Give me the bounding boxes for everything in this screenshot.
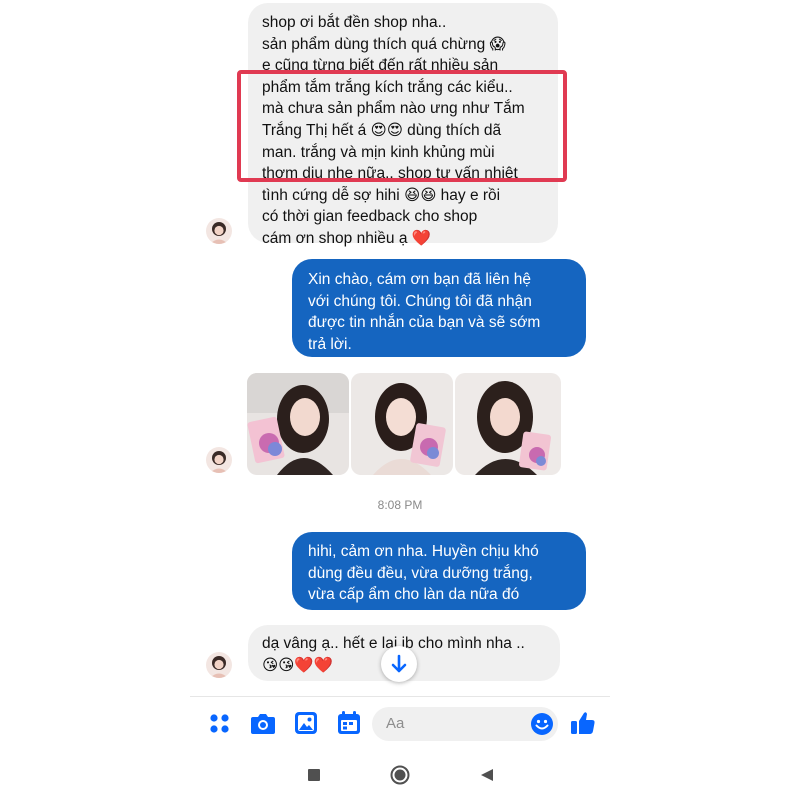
shared-photo[interactable]	[455, 373, 561, 475]
message-line: tình cứng dễ sợ hihi 😆😆 hay e rồi	[262, 186, 501, 204]
message-input[interactable]: Aa	[372, 707, 558, 741]
contact-avatar[interactable]	[206, 447, 232, 473]
outgoing-message-bubble[interactable]: Xin chào, cám ơn bạn đã liên hệ với chún…	[292, 259, 586, 357]
message-line: Xin chào, cám ơn bạn đã liên hệ	[308, 271, 532, 288]
avatar-image	[206, 218, 232, 244]
camera-icon[interactable]	[250, 711, 276, 740]
system-nav-bar	[190, 750, 610, 800]
back-triangle-icon[interactable]	[479, 767, 495, 788]
menu-dots-icon[interactable]	[209, 713, 231, 740]
message-line: cám ơn shop nhiều ạ ❤️	[262, 229, 432, 247]
arrow-down-icon	[391, 654, 407, 673]
recents-square-icon[interactable]	[307, 768, 321, 787]
gallery-icon[interactable]	[294, 711, 318, 740]
message-line: có thời gian feedback cho shop	[262, 208, 478, 226]
message-line: shop ơi bắt đền shop nha..	[262, 14, 447, 31]
message-line: được tin nhắn của bạn và sẽ sớm	[308, 314, 541, 331]
message-line: trả lời.	[308, 335, 352, 353]
contact-avatar[interactable]	[206, 652, 232, 678]
emoji-icon[interactable]	[530, 712, 554, 741]
outgoing-message-bubble[interactable]: hihi, cảm ơn nha. Huyền chịu khó dùng đề…	[292, 532, 586, 610]
contact-avatar[interactable]	[206, 218, 232, 244]
avatar-image	[206, 447, 232, 473]
message-line: với chúng tôi. Chúng tôi đã nhận	[308, 292, 532, 310]
shared-photo[interactable]	[247, 373, 349, 475]
message-line: vừa cấp ẩm cho làn da nữa đó	[308, 586, 520, 603]
photo-image	[351, 373, 453, 475]
highlight-box	[237, 70, 567, 182]
calendar-icon[interactable]	[337, 710, 361, 740]
messenger-chat-screen: shop ơi bắt đền shop nha.. sản phẩm dùng…	[190, 0, 610, 800]
scroll-to-bottom-button[interactable]	[381, 646, 417, 682]
message-line: hihi, cảm ơn nha. Huyền chịu khó	[308, 543, 539, 560]
message-line: dùng đều đều, vừa dưỡng trắng,	[308, 564, 533, 582]
shared-photo[interactable]	[351, 373, 453, 475]
message-composer: Aa	[190, 696, 610, 751]
message-timestamp: 8:08 PM	[377, 498, 423, 512]
avatar-image	[206, 652, 232, 678]
photo-image	[455, 373, 561, 475]
like-icon[interactable]	[570, 710, 596, 741]
home-circle-icon[interactable]	[390, 765, 410, 790]
message-input-placeholder: Aa	[386, 715, 405, 732]
photo-image	[247, 373, 349, 475]
message-line: sản phẩm dùng thích quá chừng 😱	[262, 35, 506, 53]
